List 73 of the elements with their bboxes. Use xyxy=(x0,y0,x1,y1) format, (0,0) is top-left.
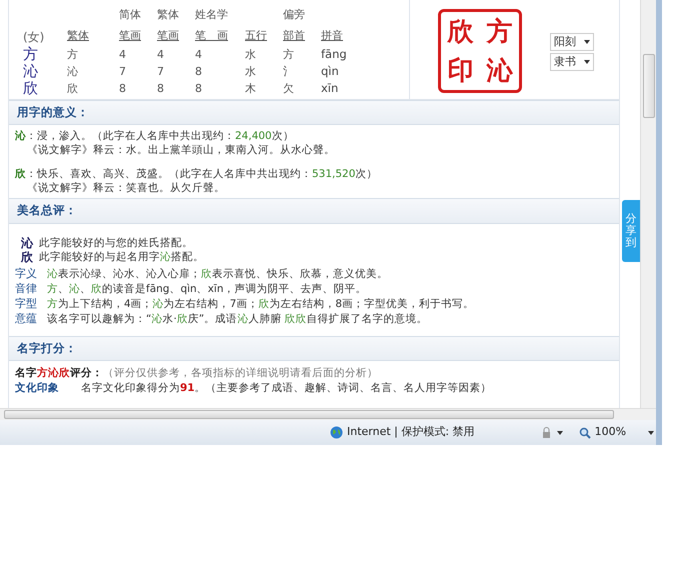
table-cell: 水 xyxy=(245,65,256,78)
table-cell: 欠 xyxy=(283,82,294,95)
table-cell: 4 xyxy=(195,48,202,61)
caret-icon xyxy=(556,430,563,434)
table-cell: 4 xyxy=(157,48,164,61)
section-header: 美名总评： xyxy=(9,198,619,224)
name-character: 沁 xyxy=(23,63,39,80)
style-dropdown[interactable]: 阳刻 xyxy=(550,33,594,51)
column-heading: 姓名学 xyxy=(195,8,228,21)
table-cell: 欣 xyxy=(67,82,78,95)
table-cell: fāng xyxy=(321,47,347,61)
table-cell: 氵 xyxy=(283,65,294,78)
dictionary-quote: 《说文解字》释云：水。出上黨羊頭山，東南入河。从水心聲。 xyxy=(26,143,336,158)
column-heading: 笔画 xyxy=(119,29,141,42)
aspect-text: 该名字可以趣解为：“沁水·欣庆”。成语沁人肺腑 欣欣 自得扩展了名字的意境。 xyxy=(47,312,428,326)
scrollbar-thumb[interactable] xyxy=(642,54,654,118)
column-heading: 笔画 xyxy=(157,29,179,42)
meaning-line: 沁：浸，渗入。（此字在人名库中共出现约：24,400次） xyxy=(15,129,295,144)
column-heading: 简体 xyxy=(119,8,141,21)
table-cell: 水 xyxy=(245,48,256,61)
security-zone[interactable]: Internet | 保护模式: 禁用 xyxy=(347,424,475,441)
section-header: 用字的意义： xyxy=(9,100,619,126)
table-cell: 8 xyxy=(157,82,164,95)
caret-icon xyxy=(648,430,654,434)
aspect-label: 音律 xyxy=(15,282,37,296)
table-cell: qìn xyxy=(321,64,339,78)
column-heading: 部首 xyxy=(283,29,305,42)
scrollbar-thumb[interactable] xyxy=(4,410,614,419)
aspect-label: 字义 xyxy=(15,266,37,280)
style-dropdown[interactable]: 隶书 xyxy=(550,53,594,71)
zoom-icon xyxy=(578,426,591,438)
match-character: 沁 xyxy=(21,236,33,250)
aspect-label: 字型 xyxy=(15,296,37,310)
match-text: 此字能较好的与起名用字沁搭配。 xyxy=(39,250,204,264)
caret-icon xyxy=(584,60,590,64)
table-cell: xīn xyxy=(321,81,338,95)
table-cell: 7 xyxy=(157,65,164,78)
table-cell: 木 xyxy=(245,82,256,95)
zoom-level[interactable]: 100% xyxy=(594,424,626,441)
score-heading: 名字方沁欣评分：（评分仅供参考，各项指标的详细说明请看后面的分析） xyxy=(15,366,379,381)
table-cell: 8 xyxy=(119,82,126,95)
aspect-label: 意蕴 xyxy=(15,312,37,326)
column-heading: 拼音 xyxy=(321,29,343,42)
name-character: 方 xyxy=(23,46,39,63)
table-cell: 8 xyxy=(195,65,202,78)
score-label: 文化印象 xyxy=(15,380,59,396)
globe-icon xyxy=(330,426,343,439)
dictionary-quote: 《说文解字》释云：笑喜也。从欠斤聲。 xyxy=(26,181,226,196)
horizontal-scrollbar[interactable] xyxy=(0,408,656,420)
table-cell: 7 xyxy=(119,65,126,78)
caret-icon xyxy=(584,40,590,44)
match-text: 此字能较好的与您的姓氏搭配。 xyxy=(39,236,193,250)
aspect-text: 方、沁、欣的读音是fāng、qìn、xīn，声调为阴平、去声、阴平。 xyxy=(47,282,366,296)
section-header: 名字打分： xyxy=(9,336,619,361)
column-heading: 繁体 xyxy=(67,29,89,42)
meaning-line: 欣：快乐、喜欢、高兴、茂盛。（此字在人名库中共出现约：531,520次） xyxy=(15,167,378,182)
match-character: 欣 xyxy=(21,250,33,264)
name-seal: 欣 方 印 沁 xyxy=(438,9,522,93)
gender-label: (女) xyxy=(23,29,46,46)
column-heading: 笔 画 xyxy=(195,29,228,42)
column-heading: 偏旁 xyxy=(283,8,305,21)
score-text: 名字文化印象得分为91。（主要参考了成语、趣解、诗词、名言、名人用字等因素） xyxy=(81,380,492,396)
table-cell: 4 xyxy=(119,48,126,61)
table-cell: 方 xyxy=(67,48,78,61)
aspect-text: 方为上下结构，4画；沁为左右结构，7画；欣为左右结构，8画；字型优美，利于书写。 xyxy=(47,296,474,310)
vertical-scrollbar[interactable] xyxy=(640,0,656,408)
name-character: 欣 xyxy=(23,80,39,97)
table-cell: 沁 xyxy=(67,65,78,78)
table-cell: 8 xyxy=(195,82,202,95)
aspect-text: 沁表示沁绿、沁水、沁入心扉；欣表示喜悦、快乐、欣慕，意义优美。 xyxy=(47,266,388,280)
column-heading: 五行 xyxy=(245,29,267,42)
table-cell: 方 xyxy=(283,48,294,61)
column-heading: 繁体 xyxy=(157,8,179,21)
